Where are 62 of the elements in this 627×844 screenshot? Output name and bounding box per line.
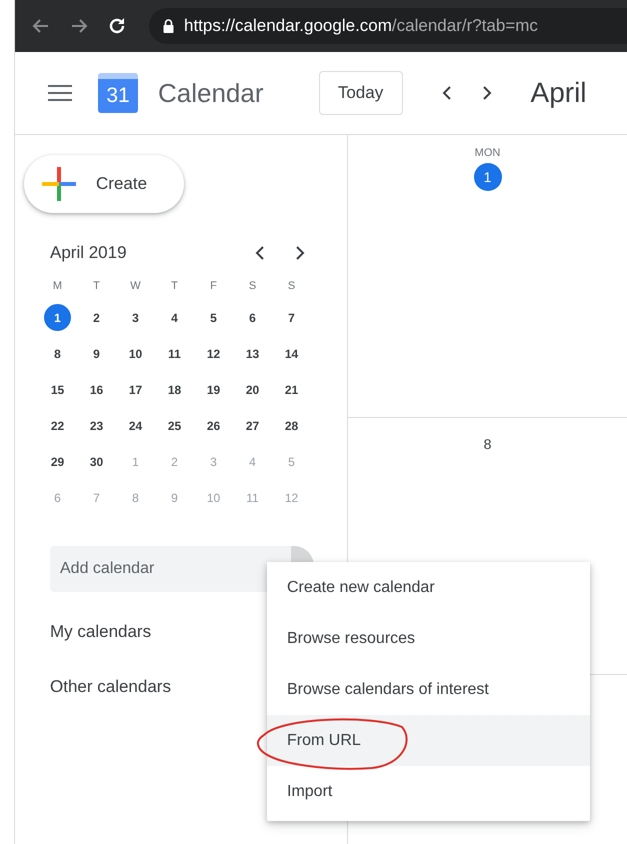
day-number[interactable]: 29 bbox=[44, 448, 71, 475]
menu-item[interactable]: Browse calendars of interest bbox=[267, 664, 590, 715]
calendar-logo: 31 bbox=[98, 73, 138, 113]
day-number[interactable]: 28 bbox=[278, 412, 305, 439]
create-button[interactable]: Create bbox=[24, 155, 184, 213]
day-number[interactable]: 24 bbox=[122, 412, 149, 439]
menu-item[interactable]: Browse resources bbox=[267, 613, 590, 664]
menu-item[interactable]: From URL bbox=[267, 715, 590, 766]
weekday-label: F bbox=[209, 279, 218, 294]
previous-month-icon[interactable] bbox=[254, 245, 266, 261]
day-number[interactable]: 7 bbox=[278, 304, 305, 331]
plus-icon bbox=[42, 167, 76, 201]
day-number[interactable]: 9 bbox=[83, 340, 110, 367]
address-bar[interactable]: https://calendar.google.com/calendar/r?tab=mc bbox=[149, 8, 627, 44]
day-number[interactable]: 5 bbox=[200, 304, 227, 331]
app-name: Calendar bbox=[158, 78, 264, 108]
day-number[interactable]: 8 bbox=[44, 340, 71, 367]
day-number[interactable]: 12 bbox=[200, 340, 227, 367]
weekday-label: M bbox=[52, 279, 64, 294]
day-number[interactable]: 22 bbox=[44, 412, 71, 439]
menu-item[interactable]: Create new calendar bbox=[267, 562, 590, 613]
day-number[interactable]: 2 bbox=[83, 304, 110, 331]
date-number[interactable]: 1 bbox=[474, 163, 502, 191]
day-number[interactable]: 27 bbox=[239, 412, 266, 439]
url-path: /calendar/r?tab=mc bbox=[392, 16, 538, 36]
day-number[interactable]: 15 bbox=[44, 376, 71, 403]
next-icon[interactable] bbox=[480, 85, 493, 101]
day-number[interactable]: 23 bbox=[83, 412, 110, 439]
menu-icon[interactable] bbox=[48, 84, 72, 102]
day-number[interactable]: 30 bbox=[83, 448, 110, 475]
menu-item[interactable]: Import bbox=[267, 766, 590, 817]
date-number[interactable]: 8 bbox=[474, 430, 502, 458]
day-number[interactable]: 26 bbox=[200, 412, 227, 439]
weekday-label: W bbox=[129, 279, 142, 294]
day-number[interactable]: 13 bbox=[239, 340, 266, 367]
day-number[interactable]: 21 bbox=[278, 376, 305, 403]
day-number[interactable]: 20 bbox=[239, 376, 266, 403]
weekday-label: S bbox=[286, 279, 296, 294]
weekday-label: S bbox=[248, 279, 258, 294]
day-number[interactable]: 11 bbox=[161, 340, 188, 367]
reload-icon[interactable] bbox=[107, 16, 127, 36]
period-title: April bbox=[530, 77, 587, 109]
today-button[interactable]: Today bbox=[318, 71, 403, 115]
day-number[interactable]: 14 bbox=[278, 340, 305, 367]
weekday-label: T bbox=[170, 279, 179, 294]
month-title: April 2019 bbox=[50, 243, 128, 263]
weekday-label: MON bbox=[474, 147, 500, 159]
day-number[interactable]: 3 bbox=[122, 304, 149, 331]
day-number[interactable]: 17 bbox=[122, 376, 149, 403]
day-number[interactable]: 4 bbox=[161, 304, 188, 331]
day-number[interactable]: 18 bbox=[161, 376, 188, 403]
weekday-label: T bbox=[92, 279, 101, 294]
previous-icon[interactable] bbox=[440, 85, 453, 101]
day-number[interactable]: 19 bbox=[200, 376, 227, 403]
lock-icon bbox=[163, 19, 174, 33]
day-number[interactable]: 1 bbox=[44, 304, 71, 331]
next-month-icon[interactable] bbox=[294, 245, 306, 261]
day-number[interactable]: 25 bbox=[161, 412, 188, 439]
day-number[interactable]: 16 bbox=[83, 376, 110, 403]
day-number[interactable]: 10 bbox=[122, 340, 149, 367]
url-host: https://calendar.google.com bbox=[184, 16, 392, 36]
day-number[interactable]: 6 bbox=[239, 304, 266, 331]
